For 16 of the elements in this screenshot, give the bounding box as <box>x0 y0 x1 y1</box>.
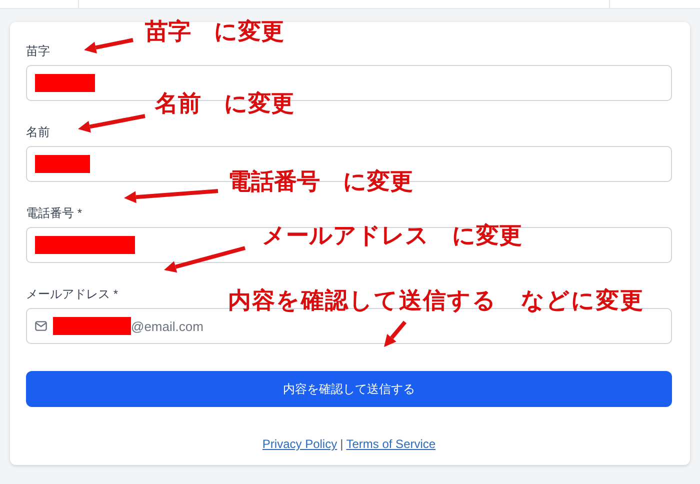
annotation-arrow <box>84 38 134 54</box>
annotation-arrow <box>78 114 146 133</box>
mail-icon <box>35 321 47 331</box>
submit-button[interactable]: 内容を確認して送信する <box>26 371 672 407</box>
footer-link[interactable]: Terms of Service <box>346 437 436 451</box>
field-label: 苗字 <box>26 43 50 59</box>
annotation-text: メールアドレス に変更 <box>262 222 522 250</box>
field-label: 名前 <box>26 124 50 140</box>
annotation-arrow <box>384 320 407 347</box>
footer-link[interactable]: Privacy Policy <box>262 437 338 451</box>
field-label: 電話番号 * <box>26 205 82 221</box>
annotation-text: 電話番号 に変更 <box>228 168 413 196</box>
annotation-text: 苗字 に変更 <box>145 18 284 46</box>
field-label: メールアドレス * <box>26 286 118 302</box>
annotation-text: 名前 に変更 <box>155 90 294 118</box>
link-separator: | <box>340 437 344 451</box>
